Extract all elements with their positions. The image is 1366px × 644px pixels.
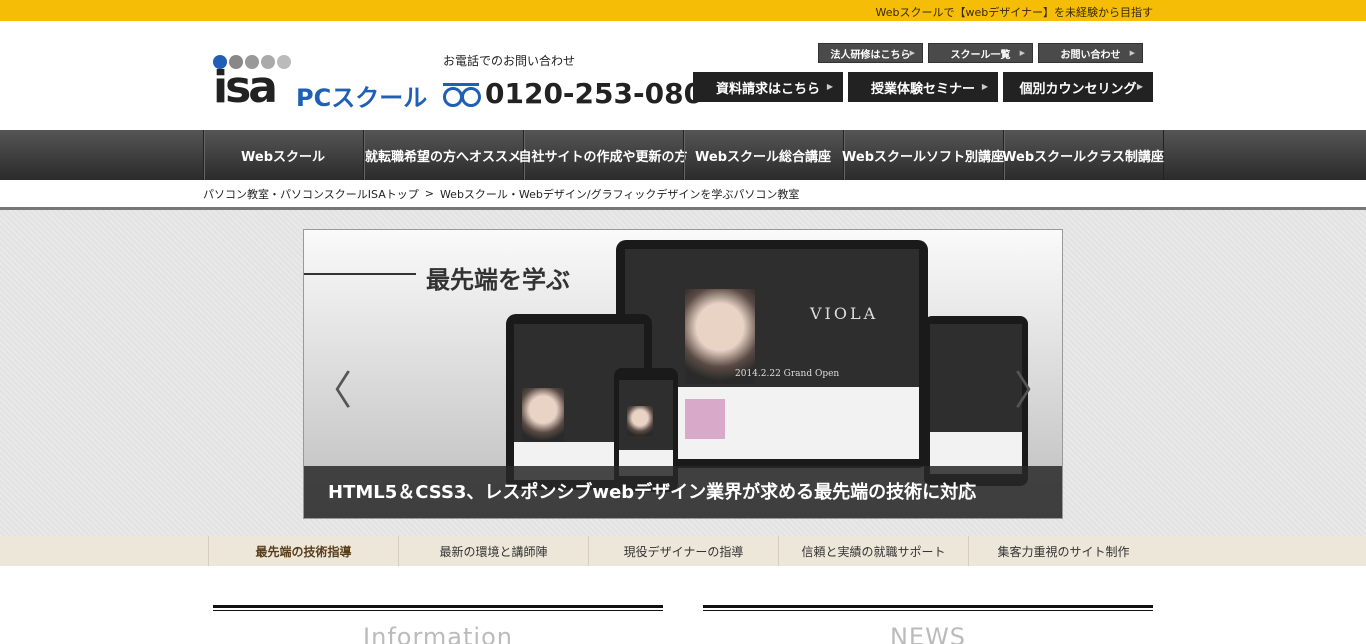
gnav-item-class-course[interactable]: Webスクールクラス制講座 bbox=[1002, 130, 1164, 180]
request-brochure-label: 資料請求はこちら bbox=[715, 81, 820, 97]
header: isa PCスクール お電話でのお問い合わせ 0120-253-080 法人研修… bbox=[0, 21, 1366, 130]
feature-tab-environment[interactable]: 最新の環境と講師陣 bbox=[398, 536, 588, 566]
arrow-right-icon: ▶ bbox=[909, 49, 915, 57]
top-tagline: Webスクールで【webデザイナー】を未経験から目指す bbox=[875, 6, 1153, 19]
logo-wordmark: isa bbox=[213, 62, 278, 113]
freedial-icon bbox=[443, 82, 481, 107]
utility-nav: 法人研修はこちら ▶ スクール一覧 ▶ お問い合わせ ▶ bbox=[818, 43, 1143, 63]
contact-button[interactable]: お問い合わせ ▶ bbox=[1038, 43, 1143, 63]
arrow-right-icon: ▶ bbox=[1019, 49, 1025, 57]
news-section: NEWS bbox=[703, 605, 1153, 644]
corporate-training-button[interactable]: 法人研修はこちら ▶ bbox=[818, 43, 923, 63]
isa-logo[interactable]: isa PCスクール bbox=[213, 54, 433, 124]
school-list-label: スクール一覧 bbox=[950, 49, 1011, 61]
contact-label: お問い合わせ bbox=[1060, 49, 1121, 61]
gnav-item-webschool[interactable]: Webスクール bbox=[204, 130, 364, 180]
device-brand: VIOLA bbox=[810, 304, 879, 323]
trial-seminar-button[interactable]: 授業体験セミナー ▶ bbox=[848, 72, 998, 102]
information-title: Information bbox=[363, 623, 513, 644]
gnav-item-career[interactable]: 就転職希望の方へオススメ bbox=[364, 130, 524, 180]
headline-rule bbox=[304, 273, 416, 275]
feature-tab-technology[interactable]: 最先端の技術指導 bbox=[208, 536, 398, 566]
counseling-label: 個別カウンセリング bbox=[1019, 81, 1137, 97]
arrow-right-icon: ▶ bbox=[1136, 82, 1143, 91]
section-rule bbox=[213, 605, 663, 611]
breadcrumb-current: Webスクール・Webデザイン/グラフィックデザインを学ぶパソコン教室 bbox=[439, 187, 800, 201]
tel-block: お電話でのお問い合わせ 0120-253-080 bbox=[443, 52, 703, 110]
global-nav: Webスクール 就転職希望の方へオススメ 自社サイトの作成や更新の方 Webスク… bbox=[0, 130, 1366, 180]
arrow-right-icon: ▶ bbox=[1129, 49, 1135, 57]
feature-tab-career-support[interactable]: 信頼と実績の就職サポート bbox=[778, 536, 968, 566]
feature-tabs: 最先端の技術指導 最新の環境と講師陣 現役デザイナーの指導 信頼と実績の就職サポ… bbox=[0, 536, 1366, 566]
feature-tab-designer[interactable]: 現役デザイナーの指導 bbox=[588, 536, 778, 566]
corporate-training-label: 法人研修はこちら bbox=[830, 49, 911, 61]
hero-slider: 最先端を学ぶ VIOLA 2014.2.22 Grand Open HTML5＆… bbox=[0, 210, 1366, 536]
gnav-item-own-site[interactable]: 自社サイトの作成や更新の方 bbox=[519, 130, 688, 180]
logo-sub: PCスクール bbox=[296, 84, 428, 112]
tel-number[interactable]: 0120-253-080 bbox=[485, 77, 703, 110]
news-title: NEWS bbox=[889, 623, 967, 644]
prev-arrow-icon[interactable]: 〈 bbox=[312, 358, 352, 416]
top-bar: Webスクールで【webデザイナー】を未経験から目指す bbox=[0, 0, 1366, 21]
laptop-device-image bbox=[924, 316, 1028, 486]
arrow-right-icon: ▶ bbox=[981, 82, 988, 91]
device-date: 2014.2.22 Grand Open bbox=[735, 369, 840, 379]
breadcrumb: パソコン教室・パソコンスクールISAトップ > Webスクール・Webデザイン/… bbox=[0, 180, 1366, 210]
section-rule bbox=[703, 605, 1153, 611]
breadcrumb-separator: > bbox=[424, 187, 434, 200]
request-brochure-button[interactable]: 資料請求はこちら ▶ bbox=[693, 72, 843, 102]
information-section: Information bbox=[213, 605, 663, 644]
content-area: Information NEWS bbox=[0, 566, 1366, 644]
slide-headline: 最先端を学ぶ bbox=[426, 266, 570, 294]
slide-caption: HTML5＆CSS3、レスポンシブwebデザイン業界が求める最先端の技術に対応 bbox=[328, 482, 977, 503]
feature-tab-site-production[interactable]: 集客力重視のサイト制作 bbox=[968, 536, 1158, 566]
trial-seminar-label: 授業体験セミナー bbox=[870, 81, 975, 97]
gnav-item-general-course[interactable]: Webスクール総合講座 bbox=[684, 130, 844, 180]
arrow-right-icon: ▶ bbox=[826, 82, 833, 91]
school-list-button[interactable]: スクール一覧 ▶ bbox=[928, 43, 1033, 63]
tel-label: お電話でのお問い合わせ bbox=[443, 54, 576, 68]
slide[interactable]: 最先端を学ぶ VIOLA 2014.2.22 Grand Open HTML5＆… bbox=[303, 229, 1063, 519]
counseling-button[interactable]: 個別カウンセリング ▶ bbox=[1003, 72, 1153, 102]
breadcrumb-home[interactable]: パソコン教室・パソコンスクールISAトップ bbox=[203, 186, 419, 202]
cta-buttons: 資料請求はこちら ▶ 授業体験セミナー ▶ 個別カウンセリング ▶ bbox=[693, 72, 1153, 102]
gnav-item-software-course[interactable]: Webスクールソフト別講座 bbox=[842, 130, 1004, 180]
next-arrow-icon[interactable]: 〉 bbox=[1014, 358, 1054, 416]
